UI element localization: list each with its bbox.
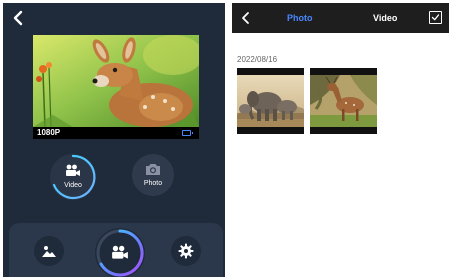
live-preview-image[interactable] bbox=[33, 35, 199, 127]
image-gallery-icon bbox=[42, 246, 56, 257]
video-mode-label: Video bbox=[64, 182, 82, 189]
preview-info-bar: 1080P bbox=[33, 127, 199, 139]
photo-thumbnail[interactable] bbox=[310, 68, 377, 134]
photo-mode-button[interactable]: Photo bbox=[132, 154, 174, 196]
gallery-button[interactable] bbox=[34, 236, 64, 266]
gallery-screen: Photo Video 2022/08/16 bbox=[232, 3, 449, 277]
gear-icon bbox=[178, 243, 194, 259]
camera-icon bbox=[146, 164, 160, 175]
video-camera-icon bbox=[66, 164, 80, 176]
photo-mode-label: Photo bbox=[143, 180, 163, 187]
tab-photo[interactable]: Photo bbox=[287, 13, 313, 23]
deer-photo bbox=[310, 75, 377, 127]
record-button[interactable] bbox=[95, 228, 145, 277]
video-mode-button[interactable]: Video bbox=[52, 154, 96, 200]
bottom-nav-panel bbox=[9, 223, 223, 277]
camera-screen: 1080P Video Photo bbox=[3, 3, 225, 277]
app-root: 1080P Video Photo Photo Video 2022/08/16 bbox=[0, 0, 449, 277]
battery-icon bbox=[182, 130, 193, 136]
resolution-label: 1080P bbox=[37, 128, 61, 137]
checkbox-checked-icon bbox=[431, 14, 440, 21]
settings-button[interactable] bbox=[171, 236, 201, 266]
photo-thumbnail[interactable] bbox=[237, 68, 304, 134]
select-checkbox[interactable] bbox=[429, 11, 442, 24]
video-camera-icon bbox=[112, 245, 128, 259]
tab-video[interactable]: Video bbox=[373, 13, 397, 23]
back-chevron-icon[interactable] bbox=[11, 10, 27, 26]
back-chevron-icon[interactable] bbox=[239, 11, 253, 25]
gallery-top-bar: Photo Video bbox=[232, 3, 449, 33]
elephants-photo bbox=[237, 75, 304, 127]
date-group-label: 2022/08/16 bbox=[237, 55, 278, 64]
